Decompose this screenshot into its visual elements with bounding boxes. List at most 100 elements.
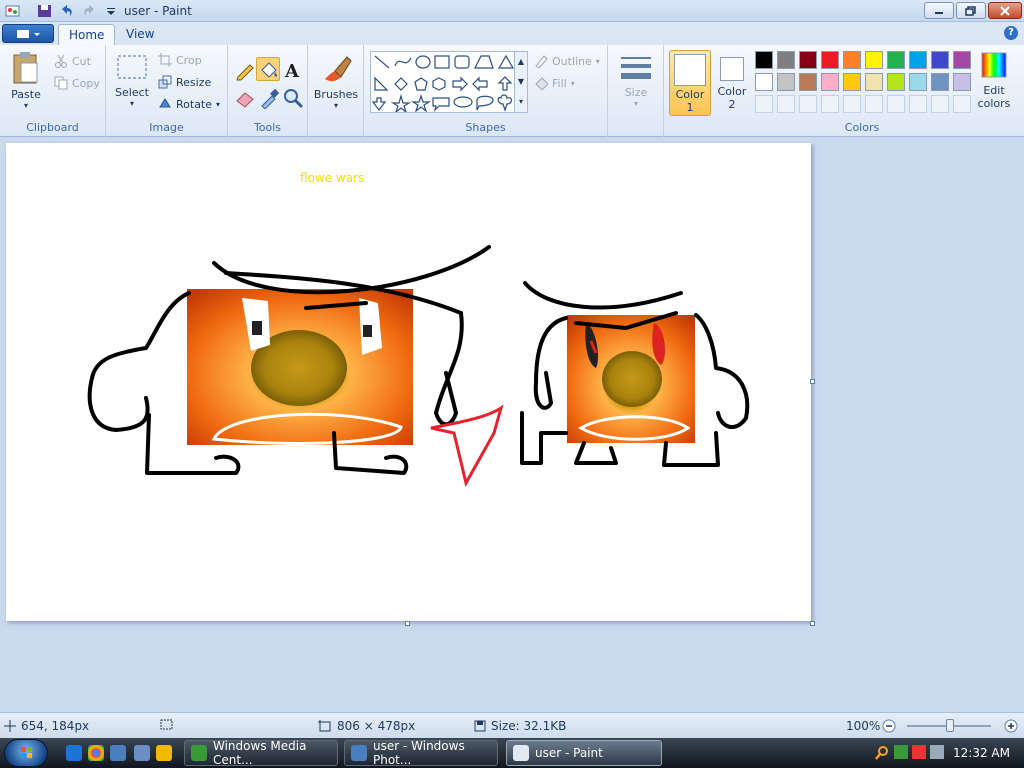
fill-button[interactable]: Fill ▾ bbox=[534, 76, 575, 90]
color-swatch[interactable] bbox=[865, 51, 883, 69]
cut-button[interactable]: Cut bbox=[54, 54, 91, 68]
taskbar-item-paint[interactable]: user - Paint bbox=[506, 740, 662, 766]
redo-icon[interactable] bbox=[80, 3, 98, 19]
color-swatch[interactable] bbox=[755, 51, 773, 69]
custom-color-slot[interactable] bbox=[865, 95, 883, 113]
color-swatch[interactable] bbox=[953, 73, 971, 91]
color2-button[interactable]: Color 2 bbox=[714, 50, 750, 116]
color-swatch[interactable] bbox=[931, 51, 949, 69]
edit-colors-button[interactable]: Edit colors bbox=[974, 51, 1014, 110]
rotate-button[interactable]: Rotate ▾ bbox=[158, 97, 220, 111]
color-swatch[interactable] bbox=[887, 73, 905, 91]
pencil-icon[interactable] bbox=[234, 59, 256, 81]
crop-button[interactable]: Crop bbox=[158, 53, 202, 67]
color-swatch[interactable] bbox=[821, 51, 839, 69]
color-picker-icon[interactable] bbox=[258, 87, 280, 109]
canvas-workspace[interactable]: flowe wars bbox=[0, 137, 1024, 712]
zoom-in-icon[interactable] bbox=[1004, 719, 1018, 733]
taskbar-item-photo-gallery[interactable]: user - Windows Phot... bbox=[344, 739, 498, 767]
select-dropdown-icon[interactable]: ▾ bbox=[114, 99, 150, 108]
color-swatch[interactable] bbox=[843, 73, 861, 91]
canvas-resize-handle-right[interactable] bbox=[810, 379, 815, 384]
zoom-out-icon[interactable] bbox=[882, 719, 896, 733]
brush-icon bbox=[325, 56, 352, 82]
alert-icon[interactable] bbox=[912, 745, 926, 759]
window-title: user - Paint bbox=[124, 4, 192, 18]
system-tray: 12:32 AM bbox=[874, 738, 1024, 768]
custom-color-slot[interactable] bbox=[931, 95, 949, 113]
custom-color-slot[interactable] bbox=[755, 95, 773, 113]
custom-color-slot[interactable] bbox=[909, 95, 927, 113]
custom-color-slot[interactable] bbox=[843, 95, 861, 113]
start-button[interactable] bbox=[4, 739, 48, 767]
copy-button[interactable]: Copy bbox=[54, 76, 100, 90]
color-swatch[interactable] bbox=[777, 73, 795, 91]
color-swatch[interactable] bbox=[799, 51, 817, 69]
color-swatch[interactable] bbox=[799, 73, 817, 91]
clock[interactable]: 12:32 AM bbox=[953, 746, 1010, 760]
fill-dropdown-icon: ▾ bbox=[570, 78, 575, 88]
show-desktop-icon[interactable] bbox=[110, 745, 126, 761]
fill-bucket-icon[interactable] bbox=[256, 57, 280, 81]
resize-button[interactable]: Resize bbox=[158, 75, 211, 89]
edit-colors-label: Edit bbox=[983, 84, 1005, 97]
canvas-resize-handle-bottom[interactable] bbox=[405, 621, 410, 626]
zoom-slider-thumb[interactable] bbox=[946, 719, 954, 732]
rotate-dropdown-icon: ▾ bbox=[216, 99, 221, 109]
undo-icon[interactable] bbox=[58, 3, 76, 19]
eraser-icon[interactable] bbox=[234, 87, 256, 109]
internet-explorer-icon[interactable] bbox=[66, 745, 82, 761]
color-swatch[interactable] bbox=[843, 51, 861, 69]
brushes-button[interactable]: Brushes ▾ bbox=[312, 51, 360, 110]
color-swatch[interactable] bbox=[887, 51, 905, 69]
canvas-resize-handle-corner[interactable] bbox=[810, 621, 815, 626]
search-icon[interactable] bbox=[874, 745, 890, 761]
size-button[interactable]: Size ▾ bbox=[618, 53, 654, 108]
media-player-icon[interactable] bbox=[156, 745, 172, 761]
chrome-icon[interactable] bbox=[88, 745, 104, 761]
file-size: Size: 32.1KB bbox=[474, 719, 566, 733]
taskbar-item-label: user - Windows Phot... bbox=[373, 739, 465, 767]
restore-button[interactable] bbox=[956, 2, 986, 19]
color-swatch[interactable] bbox=[953, 51, 971, 69]
tab-home[interactable]: Home bbox=[58, 24, 116, 45]
custom-color-slot[interactable] bbox=[799, 95, 817, 113]
text-icon[interactable]: A bbox=[282, 59, 304, 81]
magnifier-icon[interactable] bbox=[282, 87, 304, 109]
paste-label: Paste bbox=[11, 88, 41, 101]
menu-icon bbox=[17, 30, 40, 38]
volume-icon[interactable] bbox=[930, 745, 944, 759]
paint-app-icon[interactable] bbox=[4, 3, 22, 19]
color-swatch[interactable] bbox=[909, 73, 927, 91]
color-swatch[interactable] bbox=[777, 51, 795, 69]
select-button[interactable]: Select ▾ bbox=[114, 53, 150, 108]
close-button[interactable] bbox=[988, 2, 1022, 19]
drawing-canvas[interactable]: flowe wars bbox=[6, 143, 811, 621]
shapes-scroll[interactable]: ▲ ▼ ▾ bbox=[514, 51, 528, 113]
paste-button[interactable]: Paste ▾ bbox=[6, 51, 46, 110]
color-swatch[interactable] bbox=[821, 73, 839, 91]
selection-icon bbox=[160, 719, 173, 730]
edit-colors-label-2: colors bbox=[977, 97, 1011, 110]
custom-color-slot[interactable] bbox=[887, 95, 905, 113]
color-swatch[interactable] bbox=[909, 51, 927, 69]
custom-color-slot[interactable] bbox=[953, 95, 971, 113]
outline-button[interactable]: Outline ▾ bbox=[534, 54, 600, 68]
color1-button[interactable]: Color 1 bbox=[669, 50, 711, 116]
select-icon bbox=[117, 55, 147, 79]
help-icon[interactable]: ? bbox=[1004, 26, 1018, 40]
paste-dropdown-icon[interactable]: ▾ bbox=[6, 101, 46, 110]
color-swatch[interactable] bbox=[865, 73, 883, 91]
color-swatch[interactable] bbox=[931, 73, 949, 91]
custom-color-slot[interactable] bbox=[821, 95, 839, 113]
network-icon[interactable] bbox=[894, 745, 908, 759]
paint-menu-button[interactable] bbox=[2, 24, 54, 43]
taskbar-item-media-center[interactable]: Windows Media Cent... bbox=[184, 739, 338, 767]
save-icon[interactable] bbox=[36, 3, 54, 19]
minimize-button[interactable] bbox=[924, 2, 954, 19]
color-swatch[interactable] bbox=[755, 73, 773, 91]
custom-color-slot[interactable] bbox=[777, 95, 795, 113]
switch-windows-icon[interactable] bbox=[134, 745, 150, 761]
tab-view[interactable]: View bbox=[116, 24, 164, 45]
customize-toolbar-icon[interactable] bbox=[102, 3, 120, 19]
